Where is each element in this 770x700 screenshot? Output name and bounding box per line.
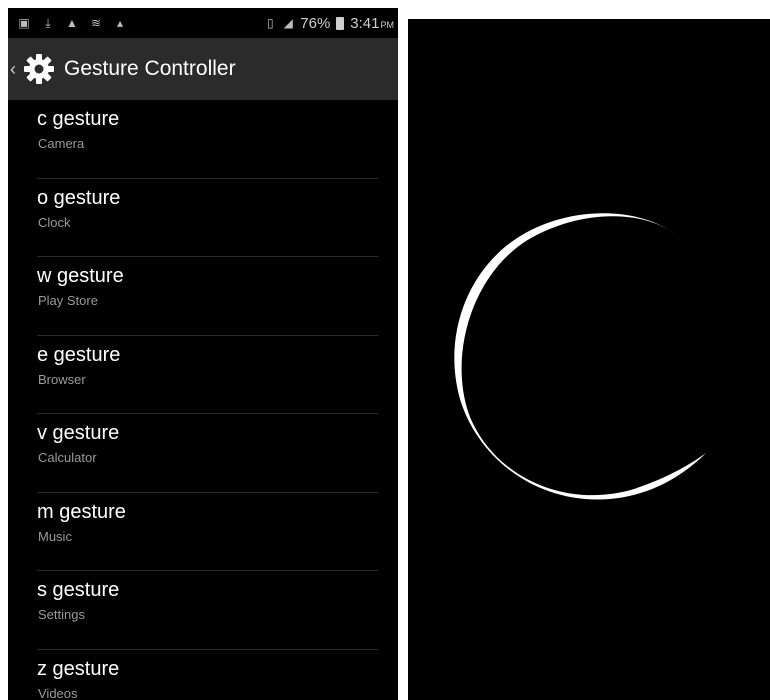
system-icons: ▯ ◢ 76% 3:41PM [264, 15, 394, 32]
gesture-app: Videos [38, 685, 78, 700]
list-item[interactable]: e gesture Browser [8, 336, 398, 414]
signal-icon: ◢ [283, 16, 293, 30]
gesture-app: Clock [38, 214, 71, 230]
gesture-title: w gesture [37, 265, 124, 287]
image-notification-icon: ▣ [18, 16, 30, 30]
gesture-app: Music [38, 528, 72, 544]
list-item[interactable]: w gesture Play Store [8, 257, 398, 336]
list-item[interactable]: o gesture Clock [8, 179, 398, 257]
list-item[interactable]: z gesture Videos [8, 650, 398, 700]
c-gesture-stroke-icon [454, 213, 706, 500]
gesture-app: Settings [38, 607, 85, 622]
vibrate-icon: ▯ [266, 16, 274, 30]
gesture-title: z gesture [37, 657, 120, 680]
gesture-preview [408, 19, 770, 700]
gesture-title: m gesture [37, 500, 126, 523]
battery-percent: 76% [300, 14, 331, 32]
gesture-app: Calculator [38, 450, 97, 465]
clock-ampm: PM [380, 19, 395, 30]
download-notification-icon: ⤓ [45, 16, 51, 30]
app-bar: ‹ Gesture Controller [8, 38, 398, 100]
battery-icon [336, 16, 345, 30]
warning-notification-icon: ▲ [66, 16, 78, 30]
list-item[interactable]: c gesture Camera [8, 100, 398, 179]
list-item[interactable]: m gesture Music [8, 493, 398, 571]
gesture-app: Browser [38, 371, 86, 387]
gesture-list: c gesture Camera o gesture Clock w gestu… [8, 100, 398, 700]
gesture-title: s gesture [37, 579, 120, 601]
gesture-title: e gesture [37, 343, 121, 366]
gesture-title: o gesture [37, 186, 121, 209]
clock: 3:41PM [350, 15, 394, 32]
gear-icon[interactable] [22, 52, 56, 86]
list-item[interactable]: v gesture Calculator [8, 414, 398, 493]
back-chevron-icon[interactable]: ‹ [10, 59, 20, 80]
clock-time: 3:41 [350, 14, 380, 32]
gesture-title: c gesture [37, 108, 120, 130]
gesture-app: Play Store [38, 293, 98, 308]
alert-notification-icon: ▴ [116, 16, 124, 30]
list-item[interactable]: s gesture Settings [8, 571, 398, 650]
phone-screen: ▣ ⤓ ▲ ≋ ▴ ▯ ◢ 76% 3:41PM ‹ Gesture Contr… [8, 8, 398, 700]
notification-icons: ▣ ⤓ ▲ ≋ ▴ [18, 17, 126, 29]
status-bar: ▣ ⤓ ▲ ≋ ▴ ▯ ◢ 76% 3:41PM [8, 8, 398, 38]
wifi-notification-icon: ≋ [90, 16, 102, 30]
gesture-app: Camera [38, 136, 85, 151]
app-title: Gesture Controller [64, 57, 236, 80]
gesture-title: v gesture [37, 422, 120, 444]
